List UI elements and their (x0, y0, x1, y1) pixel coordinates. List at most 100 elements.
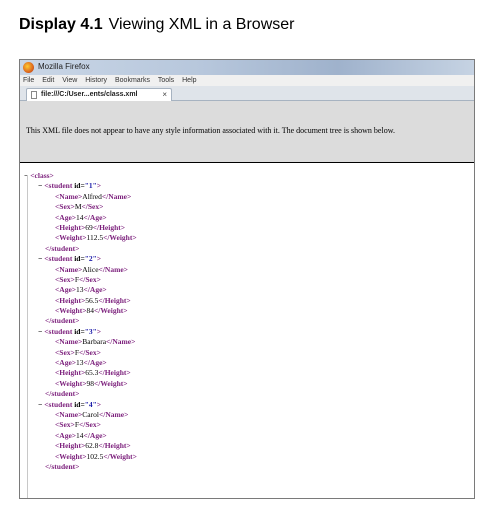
menu-help[interactable]: Help (182, 77, 196, 84)
caption-title: Viewing XML in a Browser (108, 16, 295, 33)
field-row-weight: <Weight>98</Weight> (20, 379, 474, 389)
menu-edit[interactable]: Edit (42, 77, 54, 84)
menu-file[interactable]: File (23, 77, 34, 84)
xml-tag: <Sex> (55, 274, 75, 284)
field-row-sex: <Sex>F</Sex> (20, 348, 474, 358)
collapse-toggle[interactable]: − (38, 400, 42, 409)
xml-tag: <Sex> (55, 420, 75, 430)
student-close-row: </student> (20, 389, 474, 399)
xml-attr-value: "4" (84, 399, 97, 409)
field-row-sex: <Sex>F</Sex> (20, 275, 474, 285)
field-value-height: 69 (85, 222, 93, 232)
xml-tag: </student> (45, 389, 80, 399)
field-row-height: <Height>62.8</Height> (20, 441, 474, 451)
xml-tag: </Name> (106, 337, 136, 347)
xml-tag: </Sex> (78, 420, 101, 430)
field-row-age: <Age>14</Age> (20, 213, 474, 223)
close-tab-icon[interactable]: × (162, 90, 167, 99)
tab-strip: file:///C:/User...ents/class.xml × (20, 86, 474, 101)
student-open-row: − <student id="4"> (20, 400, 474, 410)
field-row-height: <Height>65.3</Height> (20, 368, 474, 378)
xml-tag: </Name> (98, 264, 128, 274)
xml-tag: </Age> (83, 285, 107, 295)
xml-tag: <class> (30, 171, 54, 180)
xml-tag: <student (44, 254, 75, 264)
student-close-row: </student> (20, 244, 474, 254)
xml-tag: </Sex> (81, 202, 104, 212)
field-value-height: 62.8 (85, 441, 99, 451)
class-open-row: −<class> (20, 171, 474, 181)
field-row-name: <Name>Alfred</Name> (20, 192, 474, 202)
xml-tag: </Sex> (78, 347, 101, 357)
field-value-name: Carol (82, 409, 99, 419)
xml-attr-value: "2" (84, 254, 97, 264)
xml-attr-name: id= (74, 399, 85, 409)
xml-tag: </Age> (83, 358, 107, 368)
xml-tag: </Name> (98, 409, 129, 419)
xml-tag: </student> (45, 243, 80, 253)
xml-tag: <Name> (55, 191, 83, 201)
field-row-age: <Age>14</Age> (20, 431, 474, 441)
field-value-age: 13 (76, 285, 84, 295)
xml-attr-value: "3" (84, 326, 97, 336)
field-value-name: Barbara (82, 337, 107, 347)
field-value-age: 13 (76, 358, 84, 368)
xml-tag: <Name> (55, 264, 83, 274)
xml-tag: </Age> (83, 212, 107, 222)
xml-tag: </Sex> (78, 274, 101, 284)
field-value-age: 14 (76, 212, 84, 222)
student-close-row: </student> (20, 316, 474, 326)
xml-attr-name: id= (74, 254, 85, 264)
xml-tag: </Name> (101, 191, 132, 201)
field-row-sex: <Sex>F</Sex> (20, 420, 474, 430)
xml-tag: <Weight> (55, 378, 87, 388)
field-row-weight: <Weight>102.5</Weight> (20, 452, 474, 462)
menu-history[interactable]: History (85, 77, 107, 84)
field-row-sex: <Sex>M</Sex> (20, 202, 474, 212)
xml-tag: </Weight> (103, 233, 137, 243)
tab-class-xml[interactable]: file:///C:/User...ents/class.xml × (26, 88, 172, 101)
student-open-row: − <student id="1"> (20, 181, 474, 191)
tab-label: file:///C:/User...ents/class.xml (41, 91, 138, 98)
xml-attr-value: "1" (84, 181, 97, 191)
xml-tag: <Age> (55, 212, 77, 222)
xml-tag: </Weight> (103, 451, 137, 461)
field-row-name: <Name>Alice</Name> (20, 265, 474, 275)
field-value-age: 14 (76, 430, 84, 440)
field-value-weight: 112.5 (86, 233, 104, 243)
xml-tag: > (96, 326, 102, 336)
field-value-height: 65.3 (85, 368, 99, 378)
field-row-name: <Name>Carol</Name> (20, 410, 474, 420)
info-message: This XML file does not appear to have an… (26, 126, 395, 135)
xml-tag: </Weight> (93, 306, 128, 316)
xml-tree: −<class>−<student id="1"><Name>Alfred</N… (20, 163, 474, 472)
xml-tag: <Age> (55, 358, 77, 368)
collapse-toggle[interactable]: − (38, 327, 42, 336)
xml-tag: </Age> (83, 430, 107, 440)
xml-tag: <Sex> (55, 347, 75, 357)
field-row-age: <Age>13</Age> (20, 285, 474, 295)
field-row-weight: <Weight>112.5</Weight> (20, 233, 474, 243)
xml-tag: <student (44, 181, 75, 191)
field-row-name: <Name>Barbara</Name> (20, 337, 474, 347)
xml-tag: </student> (45, 461, 80, 471)
xml-tag: > (96, 254, 102, 264)
xml-tag: <Age> (55, 430, 77, 440)
collapse-toggle[interactable]: − (38, 254, 42, 263)
xml-tag: </Height> (98, 368, 131, 378)
xml-tag: </Height> (98, 295, 131, 305)
xml-tag: <Age> (55, 285, 77, 295)
xml-tag: <student (44, 399, 75, 409)
field-value-height: 56.5 (85, 295, 99, 305)
xml-tag: <Weight> (55, 306, 87, 316)
xml-tag: <Height> (55, 222, 86, 232)
xml-tag: <Name> (55, 337, 83, 347)
window-title: Mozilla Firefox (38, 62, 90, 71)
xml-tag: <Weight> (55, 233, 87, 243)
menu-tools[interactable]: Tools (158, 77, 174, 84)
collapse-toggle[interactable]: − (38, 181, 42, 190)
xml-attr-name: id= (74, 181, 85, 191)
xml-tag: </Weight> (93, 378, 128, 388)
menu-view[interactable]: View (62, 77, 77, 84)
menu-bookmarks[interactable]: Bookmarks (115, 77, 150, 84)
